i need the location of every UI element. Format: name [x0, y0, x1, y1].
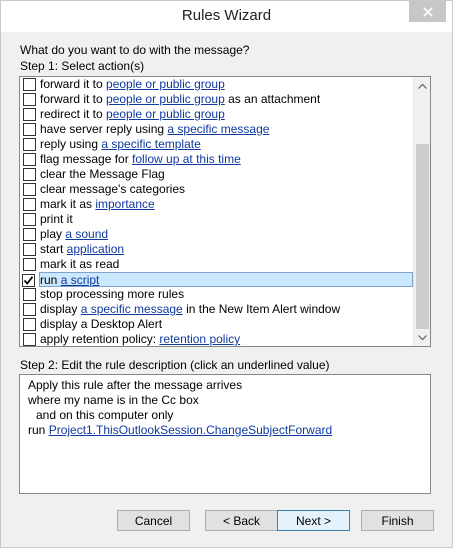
action-row[interactable]: display a Desktop Alert [20, 317, 413, 332]
action-checkbox[interactable] [23, 288, 36, 301]
action-link[interactable]: a script [61, 273, 100, 287]
next-button[interactable]: Next > [277, 510, 350, 531]
step2-label: Step 2: Edit the rule description (click… [20, 358, 330, 372]
action-checkbox[interactable] [23, 198, 36, 211]
scroll-up-button[interactable] [414, 77, 430, 94]
action-checkbox[interactable] [23, 318, 36, 331]
actions-list-items: forward it to people or public group forw… [20, 77, 413, 346]
action-row[interactable]: start application [20, 242, 413, 257]
action-row[interactable]: clear message's categories [20, 182, 413, 197]
action-row[interactable]: stop processing more rules [20, 287, 413, 302]
action-checkbox[interactable] [23, 123, 36, 136]
action-link[interactable]: people or public group [106, 92, 225, 106]
action-link[interactable]: retention policy [159, 332, 240, 346]
action-checkbox[interactable] [23, 153, 36, 166]
action-row[interactable]: play a sound [20, 227, 413, 242]
action-text: flag message for [40, 152, 133, 166]
action-row[interactable]: run a script [22, 272, 413, 287]
script-link[interactable]: Project1.ThisOutlookSession.ChangeSubjec… [49, 423, 332, 437]
action-row[interactable]: forward it to people or public group as … [20, 92, 413, 107]
actions-scrollbar[interactable] [413, 77, 430, 346]
action-checkbox[interactable] [23, 258, 36, 271]
step1-label: Step 1: Select action(s) [20, 59, 145, 73]
description-line: Apply this rule after the message arrive… [25, 378, 430, 393]
action-link[interactable]: people or public group [106, 107, 225, 121]
action-row[interactable]: apply retention policy: retention policy [20, 332, 413, 346]
description-text: where my name is in the Cc box [28, 393, 199, 407]
action-checkbox[interactable] [23, 93, 36, 106]
action-text: forward it to [40, 77, 107, 91]
action-link[interactable]: a sound [65, 227, 108, 241]
description-line: where my name is in the Cc box [25, 393, 430, 408]
action-checkbox[interactable] [23, 183, 36, 196]
action-checkbox[interactable] [23, 138, 36, 151]
action-row[interactable]: redirect it to people or public group [20, 107, 413, 122]
checkmark-icon [23, 276, 34, 285]
action-row[interactable]: flag message for follow up at this time [20, 152, 413, 167]
description-line: and on this computer only [25, 408, 430, 423]
action-checkbox[interactable] [23, 303, 36, 316]
action-link[interactable]: people or public group [106, 77, 225, 91]
action-text-suffix: as an attachment [224, 92, 321, 106]
close-button[interactable] [409, 1, 446, 22]
action-link[interactable]: importance [95, 197, 154, 211]
action-row[interactable]: forward it to people or public group [20, 77, 413, 92]
chevron-down-icon [418, 334, 427, 340]
action-text: display [40, 302, 81, 316]
action-text: redirect it to [40, 107, 107, 121]
scroll-thumb[interactable] [416, 144, 429, 329]
action-text: start [40, 242, 67, 256]
description-text: Apply this rule after the message arrive… [28, 378, 243, 392]
action-link[interactable]: application [67, 242, 124, 256]
action-link[interactable]: a specific template [101, 137, 200, 151]
action-row[interactable]: mark it as importance [20, 197, 413, 212]
action-text: reply using [40, 137, 102, 151]
description-line: run Project1.ThisOutlookSession.ChangeSu… [25, 423, 430, 438]
action-text: mark it as read [40, 257, 120, 271]
action-text: play [40, 227, 66, 241]
back-button[interactable]: < Back [205, 510, 278, 531]
rule-description-box: Apply this rule after the message arrive… [19, 374, 431, 494]
action-checkbox[interactable] [23, 333, 36, 346]
rules-wizard-window: Rules Wizard What do you want to do with… [0, 0, 453, 548]
action-checkbox[interactable] [23, 108, 36, 121]
actions-list[interactable]: forward it to people or public group forw… [19, 76, 431, 347]
action-text: clear message's categories [40, 182, 186, 196]
action-text: mark it as [40, 197, 96, 211]
action-row[interactable]: mark it as read [20, 257, 413, 272]
action-row[interactable]: reply using a specific template [20, 137, 413, 152]
action-link[interactable]: a specific message [167, 122, 269, 136]
action-text: apply retention policy: [40, 332, 160, 346]
action-checkbox[interactable] [23, 78, 36, 91]
action-text: stop processing more rules [40, 287, 185, 301]
action-link[interactable]: follow up at this time [132, 152, 241, 166]
action-row[interactable]: print it [20, 212, 413, 227]
description-text: run [28, 423, 49, 437]
action-row[interactable]: display a specific message in the New It… [20, 302, 413, 317]
title-bar: Rules Wizard [1, 1, 452, 32]
action-text: display a Desktop Alert [40, 317, 163, 331]
action-text: clear the Message Flag [40, 167, 165, 181]
action-row[interactable]: clear the Message Flag [20, 167, 413, 182]
question-label: What do you want to do with the message? [20, 43, 250, 57]
action-checkbox[interactable] [23, 243, 36, 256]
action-row[interactable]: have server reply using a specific messa… [20, 122, 413, 137]
finish-button[interactable]: Finish [361, 510, 434, 531]
action-checkbox[interactable] [22, 274, 35, 287]
scroll-down-button[interactable] [414, 329, 430, 346]
action-checkbox[interactable] [23, 213, 36, 226]
chevron-up-icon [418, 83, 427, 89]
action-checkbox[interactable] [23, 228, 36, 241]
action-text: have server reply using [40, 122, 168, 136]
window-title: Rules Wizard [181, 7, 272, 24]
close-icon [422, 6, 433, 17]
description-text: and on this computer only [36, 408, 174, 422]
action-checkbox[interactable] [23, 168, 36, 181]
action-text: run [40, 273, 61, 287]
action-text: forward it to [40, 92, 107, 106]
cancel-button[interactable]: Cancel [117, 510, 190, 531]
action-text-suffix: in the New Item Alert window [182, 302, 341, 316]
action-text: print it [40, 212, 73, 226]
action-link[interactable]: a specific message [81, 302, 183, 316]
